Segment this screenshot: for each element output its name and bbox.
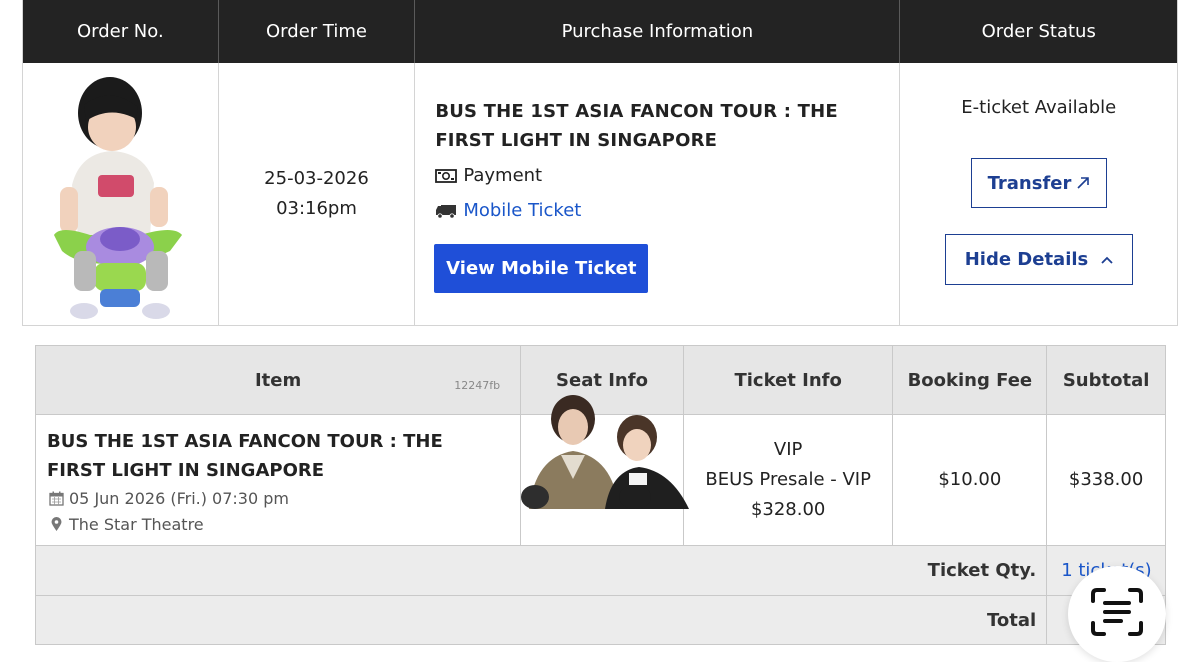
item-datetime-line: 05 Jun 2026 (Fri.) 07:30 pm — [47, 485, 520, 511]
header-order-no: Order No. — [23, 0, 219, 63]
ticket-type: BEUS Presale - VIP — [705, 469, 871, 490]
ticket-qty-row: Ticket Qty. 1 ticket(s) — [36, 546, 1165, 596]
status-text: E-ticket Available — [961, 97, 1117, 118]
scan-text-button[interactable] — [1068, 566, 1166, 662]
delivery-line[interactable]: Mobile Ticket — [435, 196, 899, 225]
child-sticker-image — [54, 77, 183, 319]
total-row: Total — [36, 596, 1165, 644]
order-date: 25-03-2026 — [264, 168, 369, 189]
event-title: BUS THE 1ST ASIA FANCON TOUR : THE FIRST… — [435, 101, 838, 151]
ticket-class: VIP — [773, 439, 803, 460]
subtotal: $338.00 — [1068, 469, 1144, 490]
scan-text-icon — [1090, 587, 1144, 641]
ticket-price: $328.00 — [750, 499, 826, 520]
payment-line: Payment — [435, 161, 899, 190]
header-ticket-info: Ticket Info — [684, 346, 894, 414]
order-details-table: Item 12247fb Seat Info Ticket Info Booki… — [35, 345, 1166, 645]
orders-table: Order No. Order Time Purchase Informatio… — [22, 0, 1178, 326]
item-venue-line: The Star Theatre — [47, 511, 520, 537]
money-icon — [435, 168, 458, 184]
item-title: BUS THE 1ST ASIA FANCON TOUR : THE FIRST… — [47, 431, 443, 481]
booking-fee: $10.00 — [938, 469, 1002, 490]
seat-info-cell — [521, 395, 690, 545]
order-status-cell: E-ticket Available Transfer Hide Details — [900, 63, 1177, 325]
item-venue: The Star Theatre — [69, 514, 204, 534]
booking-fee-cell: $10.00 — [893, 415, 1048, 545]
orders-table-header: Order No. Order Time Purchase Informatio… — [23, 0, 1177, 63]
transfer-label: Transfer — [987, 172, 1072, 194]
arrow-up-right-icon — [1075, 175, 1091, 191]
view-mobile-ticket-button[interactable]: View Mobile Ticket — [434, 244, 649, 293]
header-item: Item 12247fb — [36, 346, 522, 414]
order-row: 25-03-2026 03:16pm BUS THE 1ST ASIA FANC… — [23, 63, 1177, 325]
header-order-status: Order Status — [981, 21, 1096, 42]
header-item-label: Item — [254, 369, 302, 391]
chevron-up-icon — [1100, 255, 1114, 265]
order-no-cell — [23, 63, 219, 325]
ticket-info-cell: VIP BEUS Presale - VIP $328.00 — [684, 415, 894, 545]
purchase-info-cell: BUS THE 1ST ASIA FANCON TOUR : THE FIRST… — [415, 63, 901, 325]
header-subtotal: Subtotal — [1062, 369, 1150, 391]
truck-icon — [435, 203, 457, 219]
total-label: Total — [36, 596, 1048, 644]
transfer-button[interactable]: Transfer — [971, 158, 1108, 208]
header-booking-fee: Booking Fee — [893, 346, 1048, 414]
item-cell: BUS THE 1ST ASIA FANCON TOUR : THE FIRST… — [36, 415, 522, 545]
order-time-cell: 25-03-2026 03:16pm — [219, 63, 416, 325]
people-sticker-image — [521, 395, 690, 509]
calendar-icon — [47, 491, 65, 506]
ticket-qty-label: Ticket Qty. — [36, 546, 1048, 595]
map-pin-icon — [47, 516, 65, 532]
item-code: 12247fb — [454, 379, 501, 392]
header-order-time: Order Time — [219, 0, 416, 63]
subtotal-cell: $338.00 — [1047, 415, 1165, 545]
hide-details-label: Hide Details — [964, 249, 1089, 270]
payment-label: Payment — [463, 165, 543, 186]
hide-details-button[interactable]: Hide Details — [945, 234, 1134, 285]
order-time: 03:16pm — [276, 198, 357, 219]
details-item-row: BUS THE 1ST ASIA FANCON TOUR : THE FIRST… — [36, 395, 1165, 546]
header-purchase-information: Purchase Information — [415, 0, 901, 63]
mobile-ticket-link[interactable]: Mobile Ticket — [463, 200, 581, 221]
item-datetime: 05 Jun 2026 (Fri.) 07:30 pm — [69, 488, 289, 508]
